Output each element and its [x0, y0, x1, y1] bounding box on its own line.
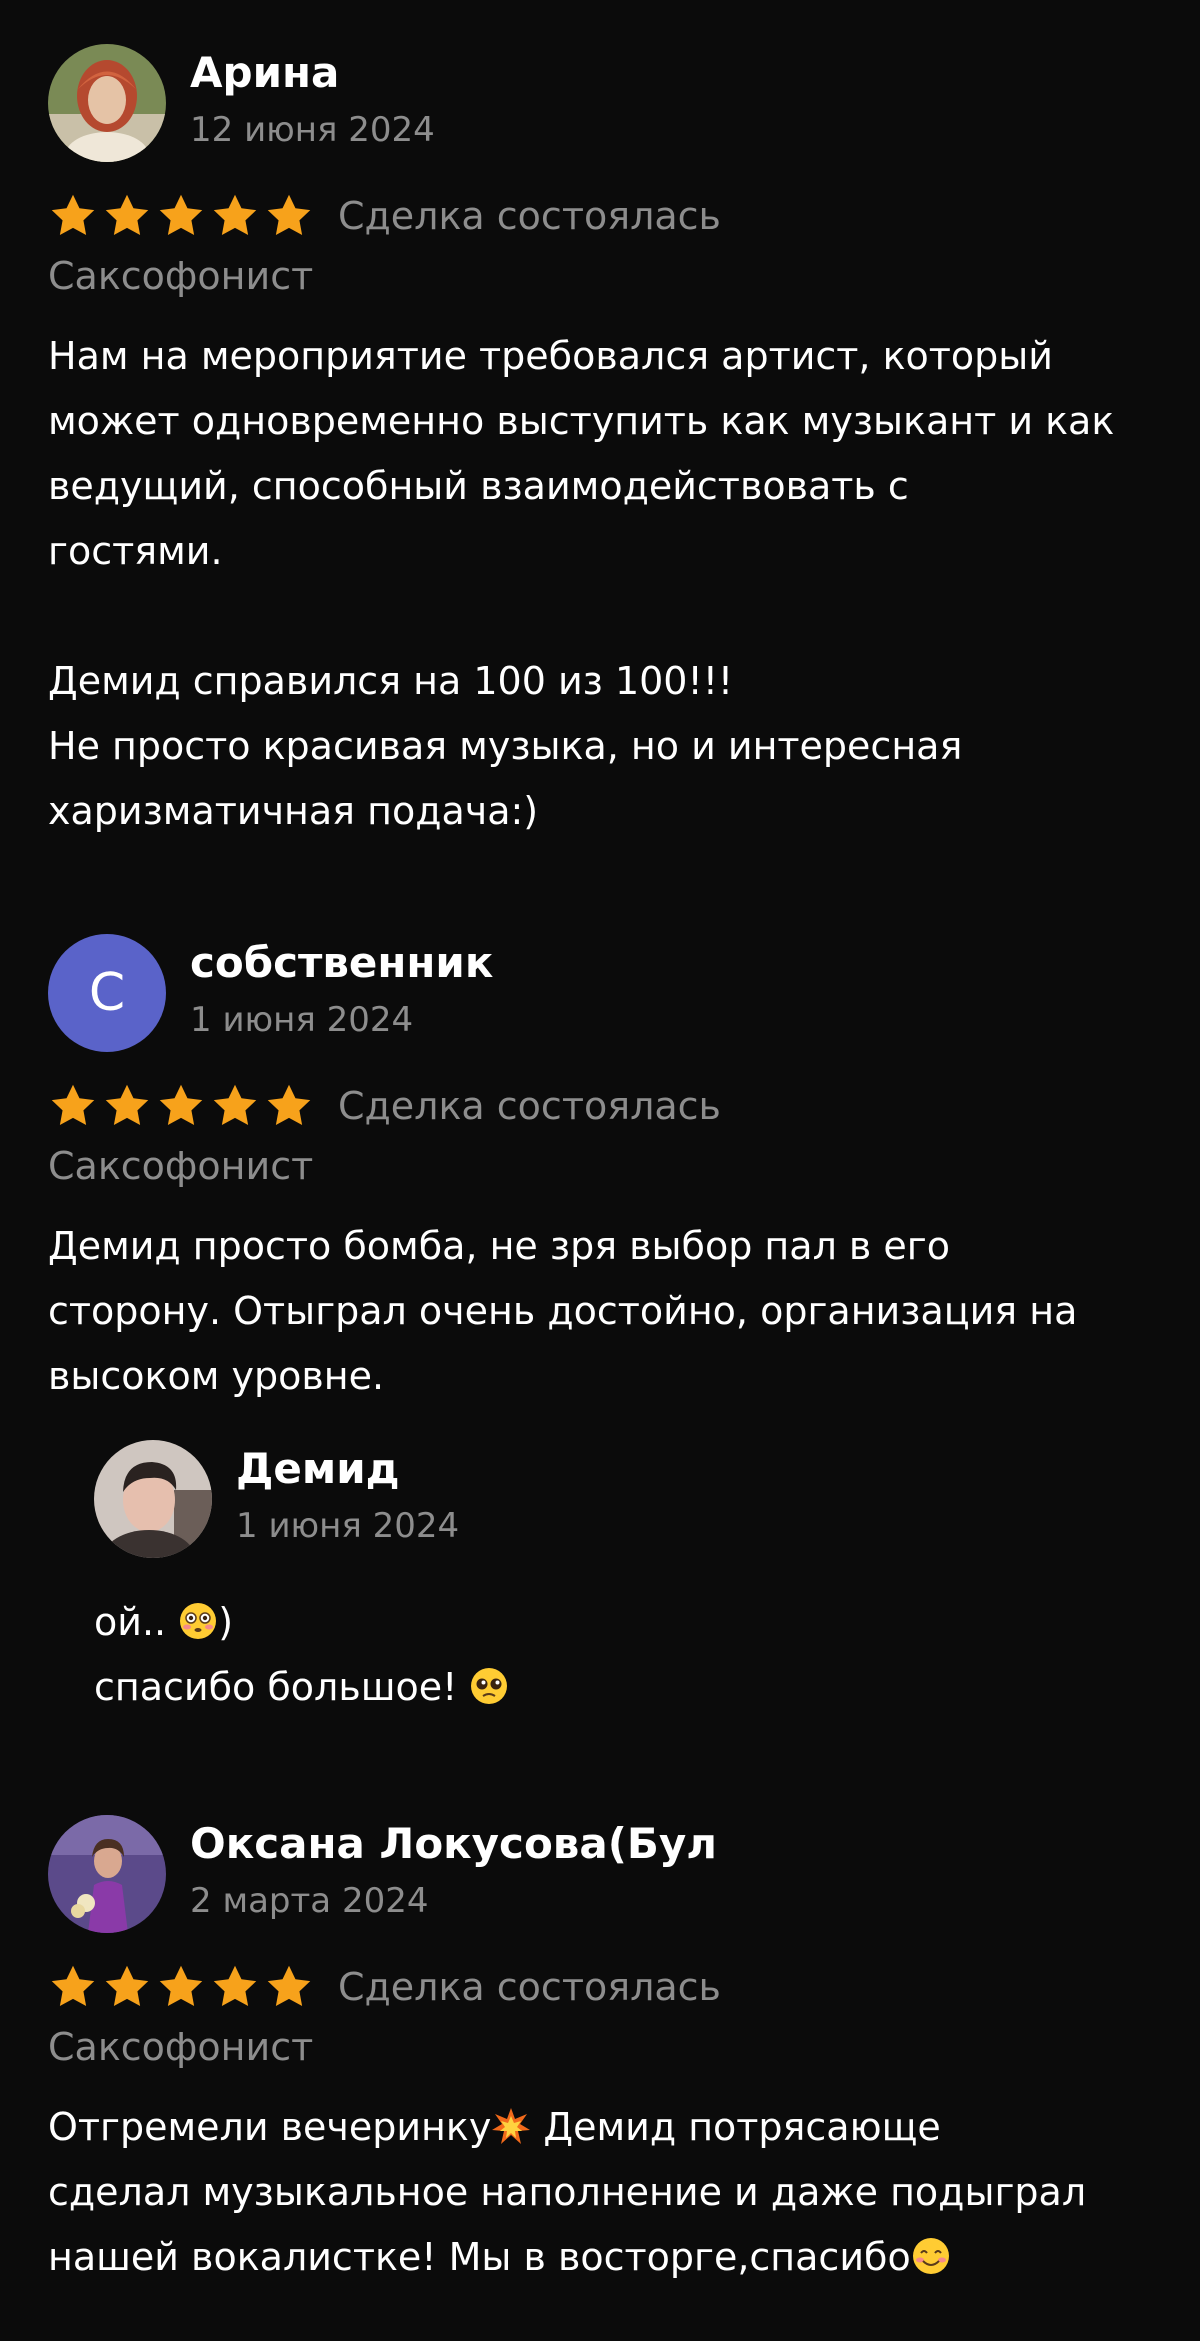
deal-status: Сделка состоялась [338, 1084, 721, 1128]
service-category: Саксофонист [48, 254, 314, 298]
review-text-line: харизматичная подача:) [48, 789, 539, 833]
star-icon [213, 194, 257, 235]
review-text-line: сделал музыкальное наполнение и даже под… [48, 2170, 1087, 2214]
star-icon [51, 1084, 95, 1125]
collision-icon [492, 2108, 531, 2144]
avatar-photo-icon [48, 44, 166, 162]
star-icon [51, 194, 95, 235]
review-text-fragment: Отгремели вечеринку [48, 2105, 492, 2149]
star-icon [213, 1965, 257, 2006]
reply-header: Демид 1 июня 2024 [94, 1440, 1094, 1560]
avatar-letter: С [88, 963, 126, 1023]
avatar-photo-icon [48, 1815, 166, 1933]
deal-status: Сделка состоялась [338, 194, 721, 238]
review-date: 1 июня 2024 [190, 1000, 414, 1040]
review-text-line: сторону. Отыграл очень достойно, организ… [48, 1289, 1078, 1333]
seller-reply: Демид 1 июня 2024 ой.. ) спасибо большое… [94, 1440, 1094, 1709]
review-text-fragment: Демид потрясающе [543, 2105, 941, 2149]
rating-row: Сделка состоялась [48, 1957, 721, 2017]
smiling-face-icon [912, 2238, 949, 2274]
rating-row: Сделка состоялась [48, 186, 721, 246]
avatar[interactable] [94, 1440, 212, 1558]
star-icon [159, 194, 203, 235]
star-icon [159, 1965, 203, 2006]
review-text-line: ведущий, способный взаимодействовать с [48, 464, 909, 508]
avatar-photo-icon [94, 1440, 212, 1558]
reviewer-name[interactable]: Арина [190, 48, 339, 97]
review-card: Арина 12 июня 2024 Сделка состоялась Сак… [48, 44, 1158, 833]
star-icon [105, 1084, 149, 1125]
rating-row: Сделка состоялась [48, 1076, 721, 1136]
review-text: Отгремели вечеринку Демид потрясающе сде… [48, 2095, 1158, 2290]
review-text-line: высоком уровне. [48, 1354, 385, 1398]
review-header: С собственник 1 июня 2024 [48, 934, 1158, 1054]
review-date: 12 июня 2024 [190, 110, 435, 150]
review-text-fragment: нашей вокалистке! Мы в восторге,спасибо [48, 2235, 911, 2279]
service-category: Саксофонист [48, 1144, 314, 1188]
review-text-line: Демид просто бомба, не зря выбор пал в е… [48, 1224, 950, 1268]
star-icon [105, 194, 149, 235]
review-header: Арина 12 июня 2024 [48, 44, 1158, 164]
avatar[interactable]: С [48, 934, 166, 1052]
star-icon [159, 1084, 203, 1125]
service-category: Саксофонист [48, 2025, 314, 2069]
reply-text-line: ой.. ) [94, 1590, 1094, 1655]
review-date: 2 марта 2024 [190, 1881, 429, 1921]
reply-text-line: спасибо большое! [94, 1655, 1094, 1720]
reply-text-fragment: спасибо большое! [94, 1665, 458, 1709]
star-icon [213, 1084, 257, 1125]
review-text-line: нашей вокалистке! Мы в восторге,спасибо [48, 2225, 1158, 2290]
review-text-line: Отгремели вечеринку Демид потрясающе [48, 2095, 1158, 2160]
pleading-face-icon [471, 1668, 508, 1704]
reply-text-fragment: ой.. [94, 1600, 167, 1644]
star-icon [267, 1084, 311, 1125]
star-icon [105, 1965, 149, 2006]
deal-status: Сделка состоялась [338, 1965, 721, 2009]
review-text: Демид просто бомба, не зря выбор пал в е… [48, 1214, 1158, 1409]
review-card: Оксана Локусова(Бул 2 марта 2024 Сделка … [48, 1815, 1158, 2279]
review-text-line: может одновременно выступить как музыкан… [48, 399, 1115, 443]
review-text: Нам на мероприятие требовался артист, ко… [48, 324, 1158, 844]
star-icon [267, 1965, 311, 2006]
reply-text-fragment: ) [218, 1600, 234, 1644]
flushed-face-icon [180, 1603, 217, 1639]
avatar[interactable] [48, 1815, 166, 1933]
star-icon [267, 194, 311, 235]
review-text-line: Нам на мероприятие требовался артист, ко… [48, 334, 1053, 378]
reply-text: ой.. ) спасибо большое! [94, 1590, 1094, 1720]
review-card: С собственник 1 июня 2024 Сделка состоял… [48, 934, 1158, 1398]
reply-author-name[interactable]: Демид [236, 1444, 400, 1493]
reply-date: 1 июня 2024 [236, 1506, 460, 1546]
review-text-line: Демид справился на 100 из 100!!! [48, 659, 734, 703]
reviewer-name[interactable]: собственник [190, 938, 493, 987]
review-text-line: Не просто красивая музыка, но и интересн… [48, 724, 963, 768]
reviews-feed: Арина 12 июня 2024 Сделка состоялась Сак… [0, 0, 1200, 2341]
star-rating [48, 1962, 314, 2012]
star-rating [48, 1081, 314, 1131]
reviewer-name[interactable]: Оксана Локусова(Бул [190, 1819, 717, 1868]
star-rating [48, 191, 314, 241]
avatar[interactable] [48, 44, 166, 162]
review-header: Оксана Локусова(Бул 2 марта 2024 [48, 1815, 1158, 1935]
star-icon [51, 1965, 95, 2006]
review-text-line: гостями. [48, 529, 223, 573]
